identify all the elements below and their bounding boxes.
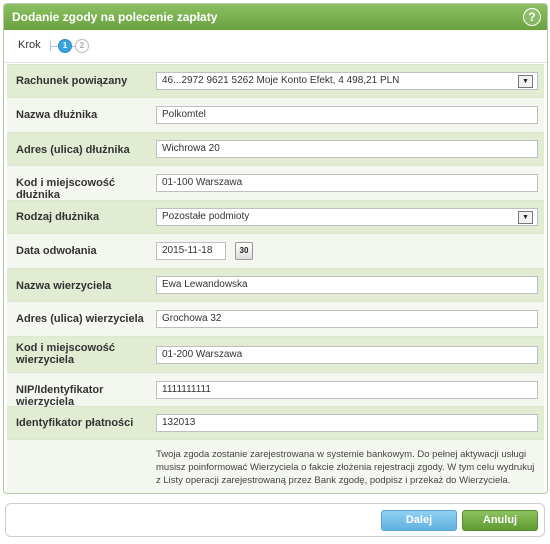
kod-wierzyciela-input[interactable]: 01-200 Warszawa <box>156 346 538 364</box>
row-nip-wierzyciela: NIP/Identyfikator wierzyciela 1111111111 <box>7 373 544 408</box>
label-identyfikator: Identyfikator płatności <box>16 417 134 429</box>
form: Rachunek powiązany 46...2972 9621 5262 M… <box>7 64 544 493</box>
row-data-odwolania: Data odwołania 2015-11-18 30 <box>7 234 544 269</box>
rodzaj-dluznika-select[interactable]: Pozostałe podmioty ▼ <box>156 208 538 226</box>
steps-label: Krok <box>18 39 41 51</box>
dialog-window: Dodanie zgody na polecenie zapłaty ? Kro… <box>3 3 548 494</box>
row-adres-wierzyciela: Adres (ulica) wierzyciela Grochowa 32 <box>7 302 544 337</box>
nazwa-wierzyciela-input[interactable]: Ewa Lewandowska <box>156 276 538 294</box>
label-kod-wierzyciela: Kod i miejscowość wierzyciela <box>16 342 116 366</box>
info-text: Twoja zgoda zostanie zarejestrowana w sy… <box>156 449 535 486</box>
rodzaj-dluznika-value: Pozostałe podmioty <box>162 211 250 222</box>
label-rodzaj-dluznika: Rodzaj dłużnika <box>16 211 100 223</box>
row-adres-dluznika: Adres (ulica) dłużnika Wichrowa 20 <box>7 133 544 166</box>
step-2: 2 <box>75 39 89 53</box>
calendar-icon[interactable]: 30 <box>235 242 253 260</box>
row-kod-wierzyciela: Kod i miejscowość wierzyciela 01-200 War… <box>7 337 544 373</box>
cancel-button[interactable]: Anuluj <box>462 510 538 531</box>
label-nip-wierzyciela: NIP/Identyfikator wierzyciela <box>16 384 104 408</box>
row-rodzaj-dluznika: Rodzaj dłużnika Pozostałe podmioty ▼ <box>7 201 544 234</box>
chevron-down-icon[interactable]: ▼ <box>518 75 533 88</box>
dialog-title: Dodanie zgody na polecenie zapłaty <box>12 10 218 24</box>
label-kod-dluznika: Kod i miejscowość dłużnika <box>16 177 116 201</box>
row-identyfikator: Identyfikator płatności 132013 <box>7 407 544 440</box>
adres-dluznika-input[interactable]: Wichrowa 20 <box>156 140 538 158</box>
label-data-odwolania: Data odwołania <box>16 245 97 257</box>
adres-wierzyciela-input[interactable]: Grochowa 32 <box>156 310 538 328</box>
label-rachunek: Rachunek powiązany <box>16 75 128 87</box>
row-rachunek: Rachunek powiązany 46...2972 9621 5262 M… <box>7 65 544 98</box>
nazwa-dluznika-input[interactable]: Polkomtel <box>156 106 538 124</box>
next-button[interactable]: Dalej <box>381 510 457 531</box>
rachunek-select[interactable]: 46...2972 9621 5262 Moje Konto Efekt, 4 … <box>156 72 538 90</box>
rachunek-value: 46...2972 9621 5262 Moje Konto Efekt, 4 … <box>162 75 400 86</box>
chevron-down-icon[interactable]: ▼ <box>518 211 533 224</box>
label-adres-dluznika: Adres (ulica) dłużnika <box>16 144 130 156</box>
title-bar: Dodanie zgody na polecenie zapłaty ? <box>4 4 547 30</box>
row-nazwa-dluznika: Nazwa dłużnika Polkomtel <box>7 98 544 133</box>
label-adres-wierzyciela: Adres (ulica) wierzyciela <box>16 313 144 325</box>
step-1: 1 <box>58 39 72 53</box>
label-nazwa-dluznika: Nazwa dłużnika <box>16 109 98 121</box>
step-indicator: Krok 1 2 <box>4 30 547 63</box>
help-icon[interactable]: ? <box>523 8 541 26</box>
label-nazwa-wierzyciela: Nazwa wierzyciela <box>16 280 112 292</box>
row-kod-dluznika: Kod i miejscowość dłużnika 01-100 Warsza… <box>7 166 544 201</box>
row-nazwa-wierzyciela: Nazwa wierzyciela Ewa Lewandowska <box>7 269 544 302</box>
nip-wierzyciela-input[interactable]: 1111111111 <box>156 381 538 399</box>
kod-dluznika-input[interactable]: 01-100 Warszawa <box>156 174 538 192</box>
data-odwolania-input[interactable]: 2015-11-18 <box>156 242 226 260</box>
button-bar: Dalej Anuluj <box>5 503 545 537</box>
identyfikator-input[interactable]: 132013 <box>156 414 538 432</box>
row-info: Twoja zgoda zostanie zarejestrowana w sy… <box>7 440 544 493</box>
